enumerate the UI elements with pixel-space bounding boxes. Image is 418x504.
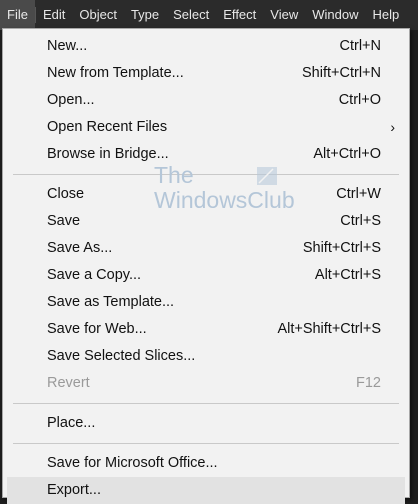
- menu-window[interactable]: Window: [305, 0, 365, 30]
- menubar: File Edit Object Type Select Effect View…: [0, 0, 418, 30]
- menu-item-open-recent-files[interactable]: Open Recent Files ›: [3, 114, 409, 141]
- menu-item-label: Save: [47, 213, 81, 229]
- menu-item-shortcut: Alt+Ctrl+S: [314, 267, 381, 283]
- menu-item-label: Revert: [47, 375, 90, 391]
- menu-item-save-selected-slices[interactable]: Save Selected Slices...: [3, 343, 409, 370]
- menu-edit[interactable]: Edit: [36, 0, 72, 30]
- menu-item-label: Save As...: [47, 240, 113, 256]
- menu-help[interactable]: Help: [365, 0, 406, 30]
- menu-item-shortcut: Ctrl+S: [340, 213, 381, 229]
- file-menu-dropdown: New... Ctrl+N New from Template... Shift…: [2, 28, 410, 504]
- menu-separator: [13, 443, 399, 444]
- menu-file[interactable]: File: [0, 0, 35, 30]
- menu-item-label: Save for Microsoft Office...: [47, 455, 218, 471]
- menu-item-label: Close: [47, 186, 85, 202]
- menu-item-close[interactable]: Close Ctrl+W: [3, 181, 409, 208]
- menu-separator: [13, 403, 399, 404]
- menu-effect[interactable]: Effect: [216, 0, 263, 30]
- menu-item-label: Browse in Bridge...: [47, 146, 169, 162]
- menu-item-shortcut: Shift+Ctrl+S: [302, 240, 381, 256]
- menu-item-shortcut: F12: [356, 375, 381, 391]
- menu-item-shortcut: Alt+Shift+Ctrl+S: [277, 321, 381, 337]
- menu-item-shortcut: Ctrl+W: [336, 186, 381, 202]
- menu-item-open[interactable]: Open... Ctrl+O: [3, 87, 409, 114]
- menu-item-shortcut: Alt+Ctrl+O: [313, 146, 381, 162]
- menu-select[interactable]: Select: [166, 0, 216, 30]
- menu-item-label: Save as Template...: [47, 294, 175, 310]
- menu-view[interactable]: View: [263, 0, 305, 30]
- menu-item-save-as[interactable]: Save As... Shift+Ctrl+S: [3, 235, 409, 262]
- menu-item-shortcut: Shift+Ctrl+N: [302, 65, 381, 81]
- menu-item-shortcut: Ctrl+O: [338, 92, 381, 108]
- menu-type[interactable]: Type: [124, 0, 166, 30]
- menu-item-save-for-microsoft-office[interactable]: Save for Microsoft Office...: [3, 450, 409, 477]
- menu-item-label: New from Template...: [47, 65, 184, 81]
- menu-item-new-from-template[interactable]: New from Template... Shift+Ctrl+N: [3, 60, 409, 87]
- menu-object[interactable]: Object: [72, 0, 124, 30]
- menu-item-label: Place...: [47, 415, 96, 431]
- menu-item-browse-in-bridge[interactable]: Browse in Bridge... Alt+Ctrl+O: [3, 141, 409, 168]
- menu-item-save-for-web[interactable]: Save for Web... Alt+Shift+Ctrl+S: [3, 316, 409, 343]
- menu-item-label: Save a Copy...: [47, 267, 142, 283]
- submenu-arrow-icon: ›: [390, 119, 395, 135]
- menu-item-label: Open...: [47, 92, 95, 108]
- menu-item-label: Save for Web...: [47, 321, 147, 337]
- menu-item-new[interactable]: New... Ctrl+N: [3, 33, 409, 60]
- menu-item-label: Open Recent Files: [47, 119, 168, 135]
- menu-item-label: New...: [47, 38, 88, 54]
- menu-separator: [13, 174, 399, 175]
- menu-item-revert: Revert F12: [3, 370, 409, 397]
- menu-item-save-a-copy[interactable]: Save a Copy... Alt+Ctrl+S: [3, 262, 409, 289]
- menu-item-label: Save Selected Slices...: [47, 348, 196, 364]
- menu-item-place[interactable]: Place...: [3, 410, 409, 437]
- menu-item-shortcut: Ctrl+N: [339, 38, 382, 54]
- menu-item-save[interactable]: Save Ctrl+S: [3, 208, 409, 235]
- menu-item-save-as-template[interactable]: Save as Template...: [3, 289, 409, 316]
